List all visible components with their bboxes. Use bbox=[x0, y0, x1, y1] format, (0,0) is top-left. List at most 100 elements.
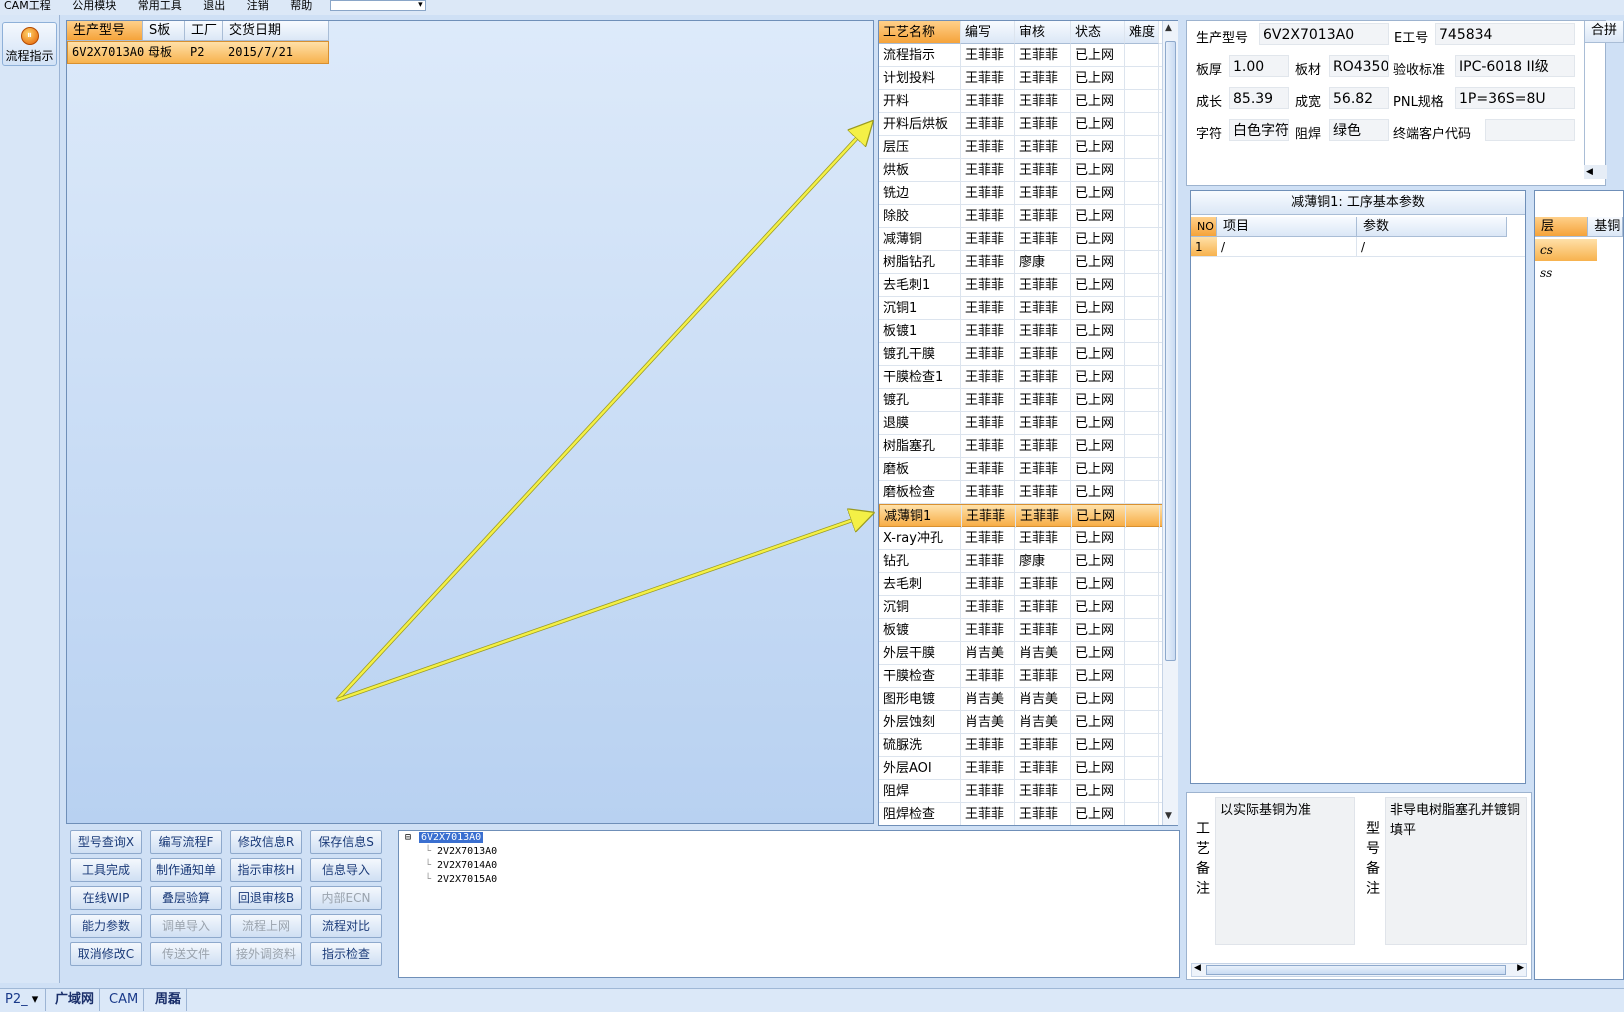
tree-child[interactable]: 2V2X7013A0 bbox=[437, 846, 497, 857]
action-button[interactable]: 取消修改C bbox=[70, 942, 142, 966]
action-button[interactable]: 指示检查 bbox=[310, 942, 382, 966]
table-row[interactable]: 1 / / bbox=[1191, 237, 1525, 257]
scroll-left-icon[interactable]: ◀ bbox=[1584, 165, 1607, 179]
scroll-thumb[interactable] bbox=[1165, 41, 1176, 661]
action-button[interactable]: 在线WIP bbox=[70, 886, 142, 910]
action-button[interactable]: 传送文件 bbox=[150, 942, 222, 966]
table-row[interactable]: 树脂钻孔 王菲菲 廖康 已上网 bbox=[879, 251, 1177, 274]
action-button[interactable]: 制作通知单 bbox=[150, 858, 222, 882]
table-row[interactable]: 板镀 王菲菲 王菲菲 已上网 bbox=[879, 619, 1177, 642]
table-row[interactable]: 阻焊 王菲菲 王菲菲 已上网 bbox=[879, 780, 1177, 803]
action-button[interactable]: 回退审核B bbox=[230, 886, 302, 910]
col-status[interactable]: 状态 bbox=[1071, 21, 1125, 44]
layer-row-cs[interactable]: cs bbox=[1535, 239, 1597, 261]
thickness-field[interactable]: 1.00 bbox=[1229, 55, 1289, 77]
table-row[interactable]: 计划投料 王菲菲 王菲菲 已上网 bbox=[879, 67, 1177, 90]
col-no[interactable]: NO bbox=[1191, 217, 1217, 237]
col-item[interactable]: 项目 bbox=[1217, 217, 1357, 237]
table-row[interactable]: 层压 王菲菲 王菲菲 已上网 bbox=[879, 136, 1177, 159]
tree-child[interactable]: 2V2X7015A0 bbox=[437, 874, 497, 885]
table-row[interactable]: 干膜检查1 王菲菲 王菲菲 已上网 bbox=[879, 366, 1177, 389]
customer-field[interactable] bbox=[1485, 119, 1575, 141]
action-button[interactable]: 接外调资料 bbox=[230, 942, 302, 966]
model-remark-field[interactable]: 非导电树脂塞孔并镀铜填平 bbox=[1385, 797, 1527, 945]
scroll-down-icon[interactable]: ▼ bbox=[1165, 811, 1172, 821]
process-author: 王菲菲 bbox=[961, 274, 1015, 297]
action-button[interactable]: 工具完成 bbox=[70, 858, 142, 882]
table-row[interactable]: 干膜检查 王菲菲 王菲菲 已上网 bbox=[879, 665, 1177, 688]
table-row[interactable]: 减薄铜 王菲菲 王菲菲 已上网 bbox=[879, 228, 1177, 251]
action-button[interactable]: 保存信息S bbox=[310, 830, 382, 854]
table-row[interactable]: 外层AOI 王菲菲 王菲菲 已上网 bbox=[879, 757, 1177, 780]
col-layer[interactable]: 层 bbox=[1535, 217, 1589, 237]
table-row[interactable]: 退膜 王菲菲 王菲菲 已上网 bbox=[879, 412, 1177, 435]
table-row[interactable]: 烘板 王菲菲 王菲菲 已上网 bbox=[879, 159, 1177, 182]
table-row[interactable]: 开料 王菲菲 王菲菲 已上网 bbox=[879, 90, 1177, 113]
process-status: 已上网 bbox=[1071, 251, 1125, 274]
model-field[interactable]: 6V2X7013A0 bbox=[1259, 23, 1389, 45]
action-button[interactable]: 叠层验算 bbox=[150, 886, 222, 910]
table-row[interactable]: 树脂塞孔 王菲菲 王菲菲 已上网 bbox=[879, 435, 1177, 458]
table-row[interactable]: 图形电镀 肖吉美 肖吉美 已上网 bbox=[879, 688, 1177, 711]
table-row[interactable]: 阻焊检查 王菲菲 王菲菲 已上网 bbox=[879, 803, 1177, 825]
collapse-icon[interactable]: ⊟ bbox=[405, 832, 411, 843]
action-button[interactable]: 内部ECN bbox=[310, 886, 382, 910]
char-field[interactable]: 白色字符 bbox=[1229, 119, 1289, 141]
table-row[interactable]: X-ray冲孔 王菲菲 王菲菲 已上网 bbox=[879, 527, 1177, 550]
table-row[interactable]: 沉铜 王菲菲 王菲菲 已上网 bbox=[879, 596, 1177, 619]
table-row[interactable]: 流程指示 王菲菲 王菲菲 已上网 bbox=[879, 44, 1177, 67]
standard-field[interactable]: IPC-6018 II级 bbox=[1455, 55, 1575, 77]
table-row[interactable]: 磨板 王菲菲 王菲菲 已上网 bbox=[879, 458, 1177, 481]
process-remark-field[interactable]: 以实际基铜为准 bbox=[1215, 797, 1355, 945]
table-row[interactable]: 沉铜1 王菲菲 王菲菲 已上网 bbox=[879, 297, 1177, 320]
table-row[interactable]: 板镀1 王菲菲 王菲菲 已上网 bbox=[879, 320, 1177, 343]
scroll-right-icon[interactable]: ▶ bbox=[1517, 963, 1524, 973]
table-row[interactable]: 开料后烘板 王菲菲 王菲菲 已上网 bbox=[879, 113, 1177, 136]
ework-field[interactable]: 745834 bbox=[1435, 23, 1575, 45]
tree-child[interactable]: 2V2X7014A0 bbox=[437, 860, 497, 871]
action-button[interactable]: 流程对比 bbox=[310, 914, 382, 938]
table-row[interactable]: 镀孔干膜 王菲菲 王菲菲 已上网 bbox=[879, 343, 1177, 366]
table-row[interactable]: 除胶 王菲菲 王菲菲 已上网 bbox=[879, 205, 1177, 228]
col-difficulty[interactable]: 难度 bbox=[1125, 21, 1159, 44]
table-row[interactable]: 钻孔 王菲菲 廖康 已上网 bbox=[879, 550, 1177, 573]
col-author[interactable]: 编写 bbox=[961, 21, 1015, 44]
table-row[interactable]: 去毛刺1 王菲菲 王菲菲 已上网 bbox=[879, 274, 1177, 297]
pnl-field[interactable]: 1P=36S=8U bbox=[1455, 87, 1575, 109]
table-row[interactable]: 硫脲洗 王菲菲 王菲菲 已上网 bbox=[879, 734, 1177, 757]
action-button[interactable]: 编写流程F bbox=[150, 830, 222, 854]
col-process-name[interactable]: 工艺名称 bbox=[879, 21, 961, 44]
table-row[interactable]: 外层蚀刻 肖吉美 肖吉美 已上网 bbox=[879, 711, 1177, 734]
action-button[interactable]: 修改信息R bbox=[230, 830, 302, 854]
scroll-thumb[interactable] bbox=[1206, 965, 1506, 975]
action-button[interactable]: 流程上网 bbox=[230, 914, 302, 938]
table-row[interactable]: 铣边 王菲菲 王菲菲 已上网 bbox=[879, 182, 1177, 205]
action-button[interactable]: 信息导入 bbox=[310, 858, 382, 882]
width-field[interactable]: 56.82 bbox=[1329, 87, 1389, 109]
action-button[interactable]: 能力参数 bbox=[70, 914, 142, 938]
col-param[interactable]: 参数 bbox=[1357, 217, 1507, 237]
mask-field[interactable]: 绿色 bbox=[1329, 119, 1389, 141]
action-button[interactable]: 调单导入 bbox=[150, 914, 222, 938]
material-field[interactable]: RO4350E bbox=[1329, 55, 1389, 77]
table-row[interactable]: 镀孔 王菲菲 王菲菲 已上网 bbox=[879, 389, 1177, 412]
layer-row-ss[interactable]: ss bbox=[1535, 262, 1597, 284]
process-name: 外层AOI bbox=[879, 757, 961, 780]
table-row[interactable]: 外层干膜 肖吉美 肖吉美 已上网 bbox=[879, 642, 1177, 665]
action-button[interactable]: 型号查询X bbox=[70, 830, 142, 854]
remarks-hscrollbar[interactable]: ◀ ▶ bbox=[1191, 963, 1527, 977]
table-row[interactable]: 减薄铜1 王菲菲 王菲菲 已上网 bbox=[879, 504, 1177, 528]
scroll-up-icon[interactable]: ▲ bbox=[1165, 23, 1172, 33]
length-field[interactable]: 85.39 bbox=[1229, 87, 1289, 109]
col-reviewer[interactable]: 审核 bbox=[1015, 21, 1071, 44]
status-combo[interactable]: P2_ ▾ bbox=[0, 989, 46, 1011]
table-row[interactable]: 去毛刺 王菲菲 王菲菲 已上网 bbox=[879, 573, 1177, 596]
process-status: 已上网 bbox=[1071, 274, 1125, 297]
col-base-copper[interactable]: 基铜 bbox=[1588, 217, 1623, 237]
action-button[interactable]: 指示审核H bbox=[230, 858, 302, 882]
table-row[interactable]: 磨板检查 王菲菲 王菲菲 已上网 bbox=[879, 481, 1177, 504]
process-name: 层压 bbox=[879, 136, 961, 159]
scroll-left-icon[interactable]: ◀ bbox=[1194, 963, 1201, 973]
process-scrollbar[interactable]: ▲ ▼ bbox=[1162, 21, 1178, 825]
tree-root[interactable]: 6V2X7013A0 bbox=[419, 832, 484, 843]
